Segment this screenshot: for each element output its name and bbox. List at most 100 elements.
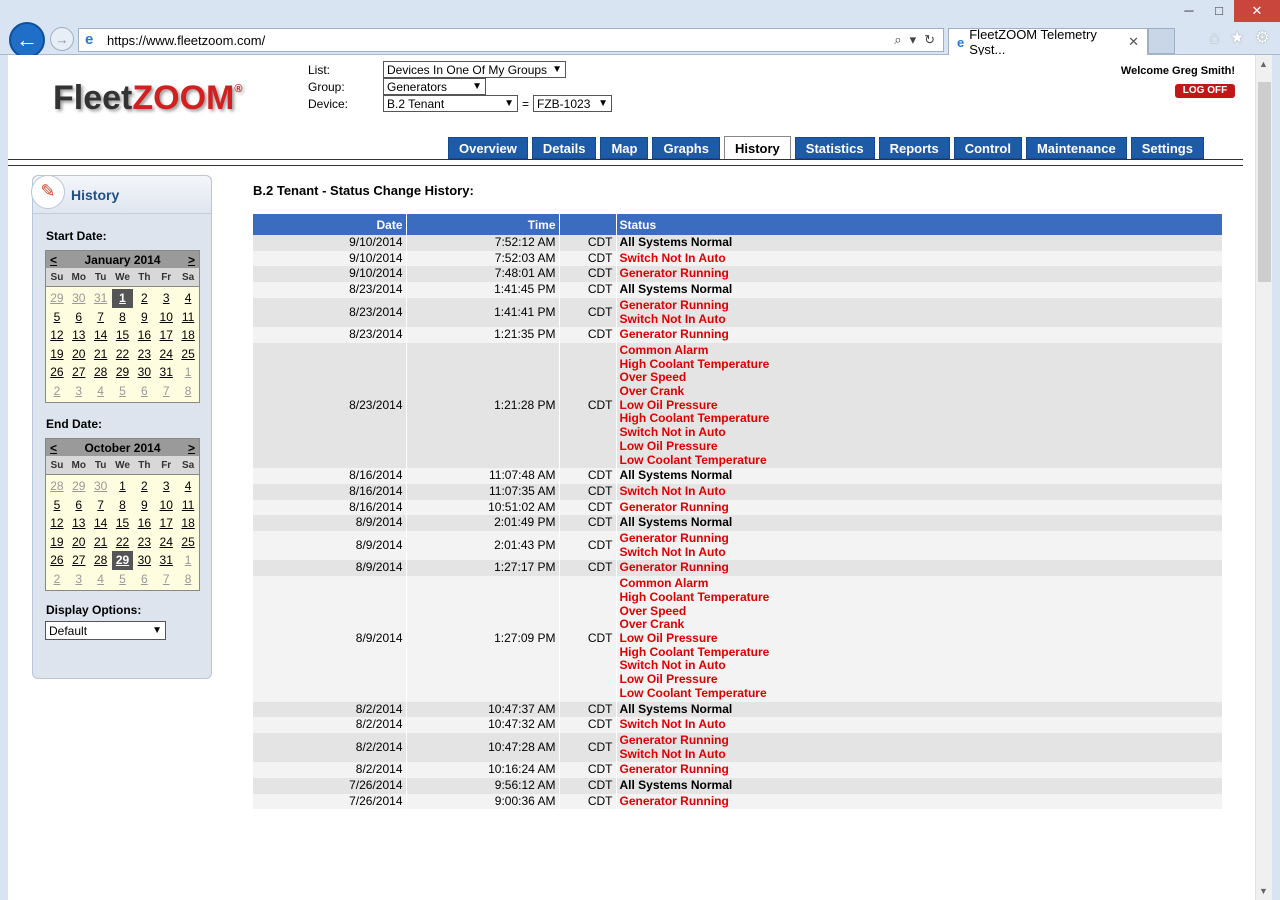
calendar-day[interactable]: 30 [133, 551, 155, 570]
close-tab-icon[interactable]: ✕ [1128, 34, 1139, 50]
calendar-day[interactable]: 6 [133, 570, 155, 589]
device-id-select[interactable]: FZB-1023 ▼ [533, 95, 613, 112]
column-header-time[interactable]: Time [406, 214, 560, 235]
url-text[interactable]: https://www.fleetzoom.com/ [107, 33, 894, 48]
calendar-day[interactable]: 1 [112, 477, 134, 496]
settings-gear-icon[interactable]: ⚙ [1255, 28, 1270, 48]
calendar-day[interactable]: 16 [133, 326, 155, 345]
next-month-button[interactable]: > [188, 253, 195, 267]
column-header-date[interactable]: Date [253, 214, 407, 235]
calendar-day[interactable]: 14 [90, 514, 112, 533]
calendar-day[interactable]: 5 [112, 570, 134, 589]
calendar-day[interactable]: 18 [177, 326, 199, 345]
tab-statistics[interactable]: Statistics [794, 137, 875, 159]
calendar-day[interactable]: 12 [46, 326, 68, 345]
calendar-day[interactable]: 27 [68, 551, 90, 570]
tab-history[interactable]: History [723, 136, 791, 160]
calendar-day[interactable]: 25 [177, 533, 199, 552]
calendar-day[interactable]: 6 [133, 382, 155, 401]
scroll-up-icon[interactable]: ▲ [1259, 59, 1268, 69]
device-select[interactable]: B.2 Tenant ▼ [383, 95, 518, 112]
refresh-icon[interactable]: ↻ [924, 32, 935, 48]
calendar-day[interactable]: 4 [177, 477, 199, 496]
group-select[interactable]: Generators ▼ [383, 78, 486, 95]
browser-tab[interactable]: e FleetZOOM Telemetry Syst... ✕ [948, 27, 1148, 57]
calendar-day[interactable]: 19 [46, 345, 68, 364]
calendar-day[interactable]: 18 [177, 514, 199, 533]
calendar-day[interactable]: 8 [112, 496, 134, 515]
calendar-day[interactable]: 4 [90, 570, 112, 589]
calendar-day[interactable]: 3 [155, 477, 177, 496]
column-header-status[interactable]: Status [616, 214, 1223, 235]
lock-icon[interactable]: ▾ [910, 32, 917, 48]
tab-graphs[interactable]: Graphs [652, 137, 720, 159]
calendar-day[interactable]: 23 [133, 345, 155, 364]
calendar-day[interactable]: 22 [112, 345, 134, 364]
calendar-day[interactable]: 20 [68, 533, 90, 552]
close-window-button[interactable]: ✕ [1234, 0, 1280, 22]
calendar-day[interactable]: 17 [155, 326, 177, 345]
calendar-day[interactable]: 8 [177, 570, 199, 589]
new-tab-button[interactable] [1148, 28, 1175, 54]
calendar-day[interactable]: 27 [68, 363, 90, 382]
tab-details[interactable]: Details [531, 137, 597, 159]
calendar-day[interactable]: 7 [155, 570, 177, 589]
minimize-button[interactable]: ─ [1174, 0, 1204, 22]
next-month-button[interactable]: > [188, 441, 195, 455]
calendar-day[interactable]: 5 [112, 382, 134, 401]
page-scrollbar[interactable]: ▲ ▼ [1255, 55, 1272, 900]
calendar-day[interactable]: 31 [90, 289, 112, 308]
calendar-day[interactable]: 1 [177, 363, 199, 382]
prev-month-button[interactable]: < [50, 253, 57, 267]
prev-month-button[interactable]: < [50, 441, 57, 455]
calendar-day[interactable]: 15 [112, 514, 134, 533]
calendar-day[interactable]: 2 [133, 477, 155, 496]
display-options-select[interactable]: Default ▼ [45, 621, 166, 640]
favorites-star-icon[interactable]: ★ [1230, 28, 1245, 48]
tab-map[interactable]: Map [600, 137, 649, 159]
calendar-day[interactable]: 28 [90, 363, 112, 382]
calendar-day[interactable]: 26 [46, 551, 68, 570]
tab-maintenance[interactable]: Maintenance [1025, 137, 1127, 159]
calendar-day[interactable]: 14 [90, 326, 112, 345]
tab-reports[interactable]: Reports [878, 137, 950, 159]
calendar-day[interactable]: 29 [68, 477, 90, 496]
calendar-day[interactable]: 20 [68, 345, 90, 364]
calendar-day[interactable]: 29 [112, 363, 134, 382]
calendar-day[interactable]: 8 [177, 382, 199, 401]
calendar-day[interactable]: 10 [155, 496, 177, 515]
calendar-day[interactable]: 1 [177, 551, 199, 570]
calendar-day[interactable]: 4 [177, 289, 199, 308]
scrollbar-thumb[interactable] [1258, 82, 1271, 282]
calendar-day[interactable]: 4 [90, 382, 112, 401]
calendar-day[interactable]: 2 [46, 382, 68, 401]
calendar-day[interactable]: 21 [90, 345, 112, 364]
calendar-day[interactable]: 10 [155, 308, 177, 327]
maximize-button[interactable]: □ [1204, 0, 1234, 22]
calendar-day[interactable]: 5 [46, 496, 68, 515]
calendar-day[interactable]: 26 [46, 363, 68, 382]
calendar-day[interactable]: 28 [46, 477, 68, 496]
calendar-day[interactable]: 30 [90, 477, 112, 496]
calendar-day[interactable]: 24 [155, 533, 177, 552]
tab-control[interactable]: Control [953, 137, 1022, 159]
calendar-day[interactable]: 30 [68, 289, 90, 308]
calendar-day[interactable]: 21 [90, 533, 112, 552]
calendar-day[interactable]: 9 [133, 496, 155, 515]
calendar-day[interactable]: 9 [133, 308, 155, 327]
calendar-day[interactable]: 11 [177, 496, 199, 515]
calendar-day[interactable]: 19 [46, 533, 68, 552]
calendar-day[interactable]: 24 [155, 345, 177, 364]
tab-overview[interactable]: Overview [448, 137, 528, 159]
calendar-day[interactable]: 30 [133, 363, 155, 382]
fleetzoom-logo[interactable]: FleetZOOM® [53, 79, 242, 118]
forward-button[interactable]: → [50, 27, 74, 51]
calendar-day[interactable]: 22 [112, 533, 134, 552]
calendar-day[interactable]: 3 [68, 570, 90, 589]
address-bar[interactable]: e https://www.fleetzoom.com/ ⌕ ▾ ↻ [78, 28, 944, 52]
calendar-day[interactable]: 12 [46, 514, 68, 533]
list-select[interactable]: Devices In One Of My Groups ▼ [383, 61, 566, 78]
calendar-day[interactable]: 28 [90, 551, 112, 570]
calendar-day[interactable]: 6 [68, 496, 90, 515]
calendar-day[interactable]: 3 [155, 289, 177, 308]
